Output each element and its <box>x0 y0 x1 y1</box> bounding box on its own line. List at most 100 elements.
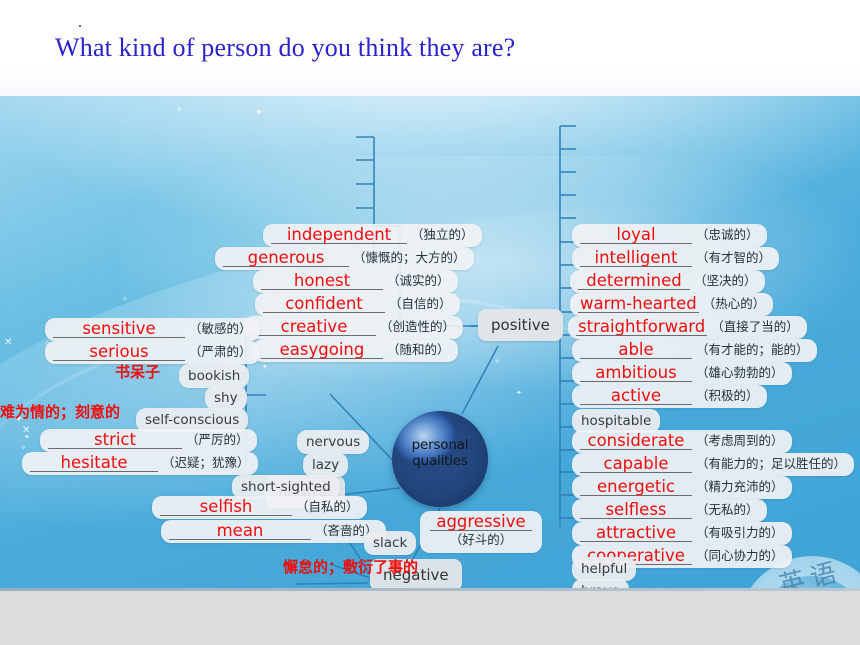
word-translation: （自私的） <box>296 499 359 514</box>
stray-dot-artifact <box>79 25 81 27</box>
title-fade <box>0 66 860 96</box>
word-blank: selfish <box>160 498 292 516</box>
word-translation: （有才智的） <box>696 250 772 265</box>
word-blank: straightforward <box>576 317 708 336</box>
word-translation: （雄心勃勃的） <box>696 365 784 380</box>
word-item[interactable]: intelligent （有才智的） <box>572 247 780 270</box>
word-item[interactable]: shy <box>205 386 247 410</box>
word-translation: （严肃的） <box>189 344 252 359</box>
core-node-personal-qualities[interactable]: personal qualities <box>392 411 488 507</box>
word-item[interactable]: aggressive （好斗的） <box>420 511 542 553</box>
word-translation: （有能力的；足以胜任的） <box>696 456 847 471</box>
word-translation: （诚实的） <box>387 273 450 288</box>
word-translation: （好斗的） <box>449 532 513 547</box>
word-translation: （精力充沛的） <box>696 479 784 494</box>
word-blank: attractive <box>580 524 692 542</box>
word-item[interactable]: strict （严厉的） <box>40 429 257 452</box>
slide-viewer: What kind of person do you think they ar… <box>0 0 860 645</box>
word-blank: mean <box>169 522 311 540</box>
branch-node-positive[interactable]: positive <box>478 309 563 341</box>
word-item[interactable]: able （有才能的；能的） <box>572 339 817 362</box>
word-translation: （忠诚的） <box>696 227 759 242</box>
word-translation: （敏感的） <box>189 321 252 336</box>
red-annotation: 懈怠的；敷衍了事的 <box>283 558 419 576</box>
word-blank: able <box>580 341 692 359</box>
word-translation: （热心的） <box>702 296 766 311</box>
word-item[interactable]: loyal （忠诚的） <box>572 224 767 247</box>
word-blank: intelligent <box>580 249 692 267</box>
word-item[interactable]: active （积极的） <box>572 385 767 408</box>
word-blank: honest <box>261 272 383 290</box>
core-label-line1: personal <box>411 437 469 453</box>
word-translation: （有才能的；能的） <box>696 342 809 357</box>
word-translation: （随和的） <box>387 342 450 357</box>
word-item[interactable]: nervous <box>297 430 370 454</box>
word-blank: generous <box>223 249 349 267</box>
mindmap-slide: ✦ ✧ ✦ ✧ ✦ ✧ ✦ ✧ ✦ ✧ ✦ ✧ ✕ ✕ 英语 3M <box>0 96 860 588</box>
word-blank: determined <box>578 272 690 290</box>
word-translation: （直接了当的） <box>711 319 799 334</box>
word-item[interactable]: sensitive （敏感的） <box>45 318 260 341</box>
word-translation: （考虑周到的） <box>696 433 784 448</box>
core-label-line2: qualities <box>412 453 468 469</box>
word-item[interactable]: helpful <box>572 557 637 581</box>
word-item[interactable]: selfless （无私的） <box>572 499 767 522</box>
word-blank: independent <box>271 226 407 244</box>
word-item[interactable]: considerate （考虑周到的） <box>572 430 792 453</box>
word-blank: considerate <box>580 432 692 450</box>
word-item[interactable]: generous （慷慨的；大方的） <box>215 247 474 270</box>
word-item[interactable]: brave <box>572 579 629 588</box>
word-blank: hesitate <box>30 454 158 472</box>
word-item[interactable]: confident （自信的） <box>255 293 460 316</box>
word-translation: （有吸引力的） <box>696 525 784 540</box>
word-translation: （无私的） <box>696 502 759 517</box>
word-item[interactable]: easygoing （随和的） <box>253 339 458 362</box>
word-item[interactable]: lazy <box>303 453 349 477</box>
red-annotation: 难为情的；刻意的 <box>0 403 121 421</box>
word-blank: energetic <box>580 478 692 496</box>
word-item[interactable]: hesitate （迟疑；犹豫） <box>22 452 258 475</box>
word-item[interactable]: determined （坚决的） <box>570 270 765 293</box>
word-blank: loyal <box>580 226 692 244</box>
word-item[interactable]: straightforward （直接了当的） <box>568 316 807 339</box>
title-band: What kind of person do you think they ar… <box>0 0 860 96</box>
word-item[interactable]: capable （有能力的；足以胜任的） <box>572 453 855 476</box>
word-blank: warm-hearted <box>578 294 699 313</box>
word-item[interactable]: energetic （精力充沛的） <box>572 476 792 499</box>
word-item[interactable]: bookish <box>179 364 250 388</box>
word-item[interactable]: ambitious （雄心勃勃的） <box>572 362 792 385</box>
word-translation: （迟疑；犹豫） <box>162 455 250 470</box>
word-blank: ambitious <box>580 364 692 382</box>
word-translation: （独立的） <box>411 227 474 242</box>
word-item[interactable]: mean （吝啬的） <box>161 520 386 543</box>
word-blank: active <box>580 387 692 405</box>
word-translation: （同心协力的） <box>696 548 784 563</box>
word-translation: （积极的） <box>696 388 759 403</box>
red-annotation: 书呆子 <box>115 363 161 381</box>
word-blank: aggressive <box>430 513 532 531</box>
word-translation: （慷慨的；大方的） <box>353 250 466 265</box>
word-blank: easygoing <box>261 341 383 359</box>
word-blank: strict <box>48 431 182 449</box>
word-blank: confident <box>263 295 385 313</box>
word-item[interactable]: honest （诚实的） <box>253 270 458 293</box>
word-item[interactable]: warm-hearted （热心的） <box>570 293 774 316</box>
word-blank: creative <box>252 318 376 336</box>
word-translation: （创造性的） <box>380 319 456 334</box>
word-item[interactable]: selfish （自私的） <box>152 496 367 519</box>
core-node-label: personal qualities <box>392 437 488 469</box>
word-blank: selfless <box>580 501 692 519</box>
word-translation: （坚决的） <box>694 273 757 288</box>
word-item[interactable]: attractive （有吸引力的） <box>572 522 792 545</box>
word-translation: （严厉的） <box>186 432 249 447</box>
word-blank: capable <box>580 455 692 473</box>
slide-bottom-edge <box>0 588 860 591</box>
word-item[interactable]: independent （独立的） <box>263 224 482 247</box>
word-item[interactable]: creative （创造性的） <box>244 316 464 339</box>
page-title: What kind of person do you think they ar… <box>55 33 516 62</box>
word-blank: serious <box>53 343 185 361</box>
word-translation: （自信的） <box>389 296 452 311</box>
bottom-strip <box>0 588 860 645</box>
word-blank: sensitive <box>53 320 185 338</box>
word-item[interactable]: slack <box>364 531 417 555</box>
